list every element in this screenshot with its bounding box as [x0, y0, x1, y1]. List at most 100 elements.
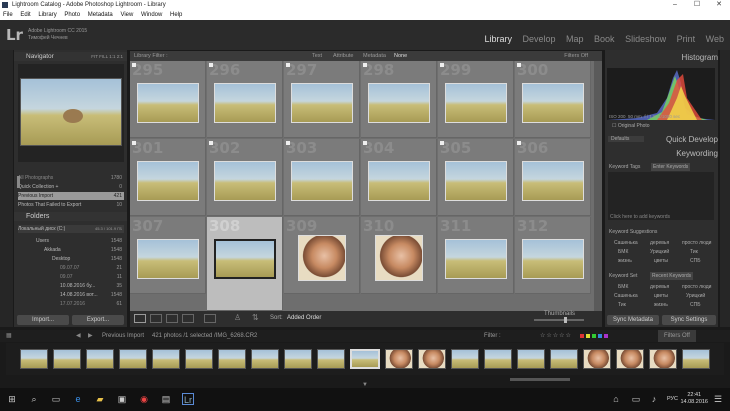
keyword-hint[interactable]: Click here to add keywords [610, 214, 670, 220]
navigator-preview[interactable] [20, 78, 122, 146]
filmstrip-thumb[interactable] [484, 349, 512, 369]
grid-cell[interactable]: 298 [361, 61, 437, 138]
filmstrip-scrollbar[interactable] [510, 378, 570, 381]
grid-cell[interactable]: 303 [284, 139, 360, 216]
quick-develop-header[interactable]: Quick Develop [666, 135, 718, 144]
original-photo-toggle[interactable]: ☐ Original Photo [612, 123, 650, 129]
filmstrip-thumb[interactable] [317, 349, 345, 369]
forward-arrow-icon[interactable]: ▶ [88, 330, 93, 342]
maximize-icon[interactable]: ☐ [686, 0, 708, 10]
filmstrip-thumb[interactable] [616, 349, 644, 369]
sort-select[interactable]: Added Order [287, 315, 321, 321]
loupe-view-icon[interactable] [150, 314, 162, 323]
thumbnail-size-slider[interactable] [534, 317, 584, 323]
battery-icon[interactable]: ▭ [630, 393, 642, 405]
keyword-chip[interactable]: деревья [650, 240, 669, 246]
filmstrip-thumb[interactable] [86, 349, 114, 369]
keyword-chip[interactable]: Урицкий [650, 249, 669, 255]
catalog-item-all[interactable]: All Photographs 1780 [18, 174, 124, 182]
keyword-chip[interactable]: деревья [650, 284, 669, 290]
red-flag-icon[interactable] [580, 334, 584, 338]
keyword-tags-box[interactable] [608, 172, 714, 220]
module-develop[interactable]: Develop [522, 34, 555, 44]
grid-cell[interactable]: 306 [515, 139, 591, 216]
menu-edit[interactable]: Edit [20, 12, 30, 18]
filmstrip-thumb[interactable] [284, 349, 312, 369]
folder-item[interactable]: 09.07.07 21 [18, 264, 124, 272]
filmstrip-thumb[interactable] [583, 349, 611, 369]
thumbnail[interactable] [522, 239, 584, 279]
grid-cell[interactable]: 304 [361, 139, 437, 216]
folder-item[interactable]: Akkada 1548 [18, 246, 124, 254]
grid-cell[interactable]: 301 [130, 139, 206, 216]
filter-tab-none[interactable]: None [394, 51, 407, 61]
keyword-chip[interactable]: СПБ [690, 258, 701, 264]
filmstrip-thumb[interactable] [20, 349, 48, 369]
preset-select[interactable]: Defaults [608, 136, 644, 142]
thumbnail[interactable] [445, 239, 507, 279]
thumbnail[interactable] [522, 161, 584, 201]
navigator-header[interactable]: Navigator FIT FILL 1:1 2:1 [14, 52, 127, 61]
folder-item[interactable]: Desktop 1548 [18, 255, 124, 263]
folder-item[interactable]: 09.07 11 [18, 273, 124, 281]
grid-cell[interactable]: 310 [361, 217, 437, 294]
close-icon[interactable]: ✕ [708, 0, 730, 10]
export-button[interactable]: Export... [72, 315, 124, 325]
survey-view-icon[interactable] [182, 314, 194, 323]
thumbnail[interactable] [445, 83, 507, 123]
catalog-item-failed[interactable]: Photos That Failed to Export 10 [18, 201, 124, 209]
right-panel-edge[interactable] [720, 50, 730, 327]
clock[interactable]: 22:41 14.08.2016 [680, 392, 708, 406]
filmstrip-thumb[interactable] [152, 349, 180, 369]
keyword-chip[interactable]: Урицкий [686, 293, 705, 299]
keyword-chip[interactable]: Тик [690, 249, 698, 255]
search-icon[interactable]: ⌕ [28, 393, 40, 405]
folder-item[interactable]: 14.08.2016 вот... 1548 [18, 291, 124, 299]
volume-row[interactable]: Локальный диск (C:) 45.3 / 101.9 ГБ [18, 225, 124, 233]
lightroom-taskbar-icon[interactable]: Lr [182, 393, 194, 405]
keyword-set-select[interactable]: Recent Keywords [650, 272, 694, 280]
grid-cell[interactable]: 296 [207, 61, 283, 138]
keyword-chip[interactable]: СПБ [690, 302, 701, 308]
module-library[interactable]: Library [484, 34, 512, 44]
navigator-zoom-options[interactable]: FIT FILL 1:1 2:1 [91, 52, 123, 61]
menu-file[interactable]: File [3, 12, 13, 18]
grid-cell-selected[interactable]: 308 [207, 217, 283, 311]
keyword-chip[interactable]: БМК [618, 284, 628, 290]
keyword-chip[interactable]: жизнь [654, 302, 668, 308]
keyword-chip[interactable]: Сашенька [614, 240, 638, 246]
left-panel-edge[interactable] [0, 50, 13, 327]
keyword-entry-select[interactable]: Enter Keywords [651, 163, 691, 171]
grid-cell[interactable]: 311 [438, 217, 514, 294]
filmstrip-filter-select[interactable]: Filters Off [658, 330, 696, 342]
filmstrip-thumb[interactable] [517, 349, 545, 369]
filmstrip-thumb[interactable] [418, 349, 446, 369]
filmstrip-thumb[interactable] [119, 349, 147, 369]
folder-item[interactable]: 17.07.2016 61 [18, 300, 124, 308]
thumbnail[interactable] [291, 161, 353, 201]
notification-icon[interactable]: ☰ [712, 393, 724, 405]
thumbnail[interactable] [137, 239, 199, 279]
sync-metadata-button[interactable]: Sync Metadata [607, 315, 659, 325]
sync-settings-button[interactable]: Sync Settings [662, 315, 716, 325]
edge-browser-icon[interactable]: e [72, 393, 84, 405]
compare-view-icon[interactable] [166, 314, 178, 323]
volume-icon[interactable]: ♪ [648, 393, 660, 405]
task-view-icon[interactable]: ▭ [50, 393, 62, 405]
photos-icon[interactable]: ▤ [160, 393, 172, 405]
filmstrip-thumb[interactable] [251, 349, 279, 369]
thumbnail[interactable] [137, 161, 199, 201]
filter-tab-text[interactable]: Text [312, 51, 322, 61]
chrome-icon[interactable]: ◉ [138, 393, 150, 405]
thumbnail[interactable] [214, 239, 276, 279]
network-icon[interactable]: ⌂ [610, 393, 622, 405]
histogram-header[interactable]: Histogram [682, 53, 718, 62]
keyword-chip[interactable]: цветы [654, 293, 668, 299]
green-flag-icon[interactable] [592, 334, 596, 338]
filmstrip-source[interactable]: Previous Import [102, 330, 144, 342]
grid-scrollbar[interactable] [594, 61, 602, 311]
people-view-icon[interactable] [204, 314, 216, 323]
thumbnail[interactable] [445, 161, 507, 201]
language-indicator[interactable]: РУС [667, 396, 678, 402]
menu-metadata[interactable]: Metadata [88, 12, 113, 18]
